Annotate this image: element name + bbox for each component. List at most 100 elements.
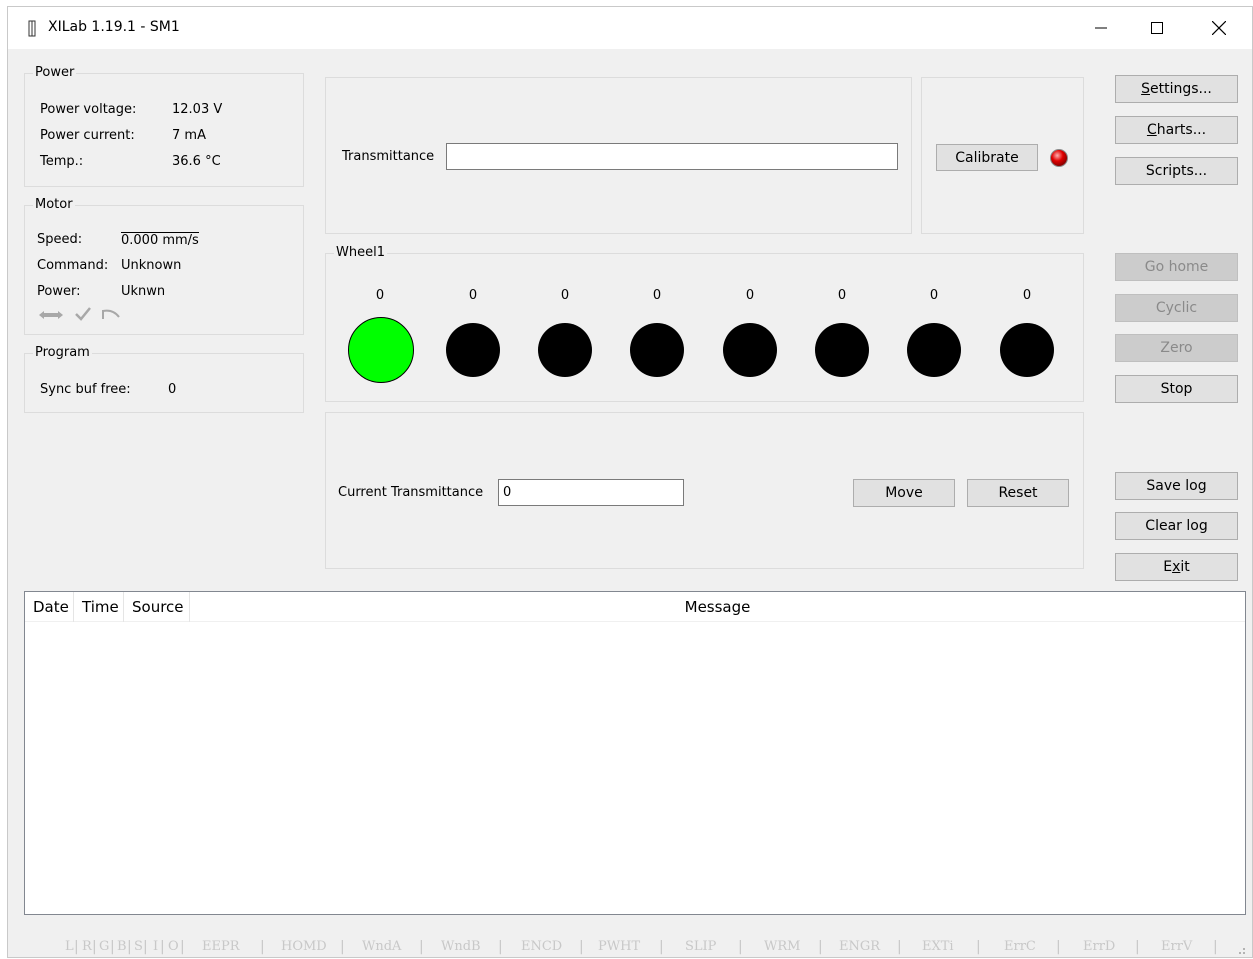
settings-button-mnemonic: S [1141, 81, 1150, 97]
current-transmittance-panel: Current Transmittance Move Reset [325, 412, 1084, 569]
status-flag: B [117, 939, 127, 954]
status-flag-separator: | [110, 939, 115, 955]
status-flag-separator: | [143, 939, 148, 955]
status-flag: SLIP [685, 939, 717, 954]
temp-value: 36.6 °C [172, 154, 221, 169]
power-current-label: Power current: [40, 128, 135, 143]
status-flag-separator: | [659, 939, 664, 955]
wheel-group-title: Wheel1 [334, 245, 387, 260]
motor-power-value: Uknwn [121, 284, 166, 299]
undo-icon [102, 309, 120, 319]
status-flag: S [134, 939, 143, 954]
log-header: Date Time Source Message [25, 592, 1245, 622]
cyclic-button[interactable]: Cyclic [1115, 294, 1238, 322]
calibrate-button[interactable]: Calibrate [936, 144, 1038, 171]
exit-button-suffix: it [1180, 559, 1190, 575]
log-column-time[interactable]: Time [74, 592, 124, 622]
wheel-position-value: 0 [837, 288, 847, 303]
transmittance-panel: Transmittance [325, 77, 912, 234]
speed-label: Speed: [37, 232, 83, 247]
status-flag-separator: | [260, 939, 265, 955]
clear-log-button[interactable]: Clear log [1115, 512, 1238, 540]
status-flag: I [153, 939, 159, 954]
maximize-button[interactable] [1129, 7, 1185, 49]
resize-grip-icon[interactable] [1234, 943, 1246, 955]
power-group: Power Power voltage: 12.03 V Power curre… [24, 65, 304, 187]
wheel-position-dot[interactable] [538, 323, 592, 377]
current-transmittance-label: Current Transmittance [338, 485, 484, 500]
status-flag-separator: | [1135, 939, 1140, 955]
wheel-position-value: 0 [560, 288, 570, 303]
temp-label: Temp.: [40, 154, 84, 169]
save-log-button[interactable]: Save log [1115, 472, 1238, 500]
settings-button-suffix: ettings... [1150, 81, 1212, 97]
exit-button-prefix: E [1163, 559, 1173, 575]
status-flag-separator: | [818, 939, 823, 955]
close-button[interactable] [1191, 7, 1247, 49]
status-flag-separator: | [419, 939, 424, 955]
arrows-horizontal-icon [39, 311, 63, 319]
status-flag: EXTi [922, 939, 954, 954]
wheel-position-dot[interactable] [446, 323, 500, 377]
charts-button[interactable]: Charts... [1115, 116, 1238, 144]
log-table[interactable]: Date Time Source Message [24, 591, 1246, 915]
current-transmittance-input[interactable] [498, 479, 684, 506]
transmittance-input[interactable] [446, 143, 898, 170]
wheel-position-value: 0 [468, 288, 478, 303]
program-group-title: Program [33, 345, 92, 360]
stop-button[interactable]: Stop [1115, 375, 1238, 403]
power-current-value: 7 mA [172, 128, 206, 143]
window-title: XILab 1.19.1 - SM1 [48, 19, 180, 35]
log-column-message[interactable]: Message [190, 592, 1245, 622]
status-flags-bar: L | R | G | B | S | I | O | EEPR | HOMD … [8, 935, 1252, 959]
status-flag: R [82, 939, 92, 954]
move-button[interactable]: Move [853, 479, 955, 507]
exit-button[interactable]: Ex it [1115, 553, 1238, 581]
wheel-position-dot[interactable] [1000, 323, 1054, 377]
check-icon [75, 307, 91, 321]
status-flag-separator: | [127, 939, 132, 955]
wheel-position-value: 0 [375, 288, 385, 303]
maximize-icon [1151, 22, 1163, 34]
wheel-position-value: 0 [1022, 288, 1032, 303]
status-flag: O [168, 939, 179, 954]
motor-power-label: Power: [37, 284, 81, 299]
wheel-position-value: 0 [929, 288, 939, 303]
status-flag: L [65, 939, 74, 954]
command-label: Command: [37, 258, 109, 273]
minimize-button[interactable] [1073, 7, 1129, 49]
wheel-position-dot[interactable] [815, 323, 869, 377]
status-flag: ErrV [1161, 939, 1193, 954]
status-flag-separator: | [92, 939, 97, 955]
motor-group: Motor Speed: 0.000 mm/s Command: Unknown… [24, 197, 304, 335]
zero-button[interactable]: Zero [1115, 334, 1238, 362]
log-column-source[interactable]: Source [124, 592, 190, 622]
motor-group-title: Motor [33, 197, 75, 212]
status-flag: EEPR [202, 939, 240, 954]
log-column-date[interactable]: Date [25, 592, 74, 622]
settings-button[interactable]: Settings... [1115, 75, 1238, 103]
power-voltage-label: Power voltage: [40, 102, 137, 117]
wheel-position-dot[interactable] [348, 317, 414, 383]
charts-button-suffix: harts... [1156, 122, 1207, 138]
wheel-position-dot[interactable] [630, 323, 684, 377]
status-flag: WndA [362, 939, 402, 954]
status-flag: ErrD [1083, 939, 1116, 954]
title-bar: XILab 1.19.1 - SM1 [8, 7, 1252, 49]
wheel-position-value: 0 [652, 288, 662, 303]
status-flag-separator: | [160, 939, 165, 955]
status-flag: ErrC [1004, 939, 1036, 954]
status-flag: WndB [441, 939, 481, 954]
wheel-position-dot[interactable] [907, 323, 961, 377]
program-group: Program Sync buf free: 0 [24, 345, 304, 413]
status-flag-separator: | [498, 939, 503, 955]
scripts-button[interactable]: Scripts... [1115, 157, 1238, 185]
reset-button[interactable]: Reset [967, 479, 1069, 507]
transmittance-label: Transmittance [342, 149, 435, 164]
app-window: XILab 1.19.1 - SM1 Power Power voltage: … [7, 6, 1253, 958]
minimize-icon [1095, 27, 1107, 29]
calibration-status-led [1050, 149, 1068, 167]
status-flag-separator: | [180, 939, 185, 955]
go-home-button[interactable]: Go home [1115, 253, 1238, 281]
wheel-position-dot[interactable] [723, 323, 777, 377]
